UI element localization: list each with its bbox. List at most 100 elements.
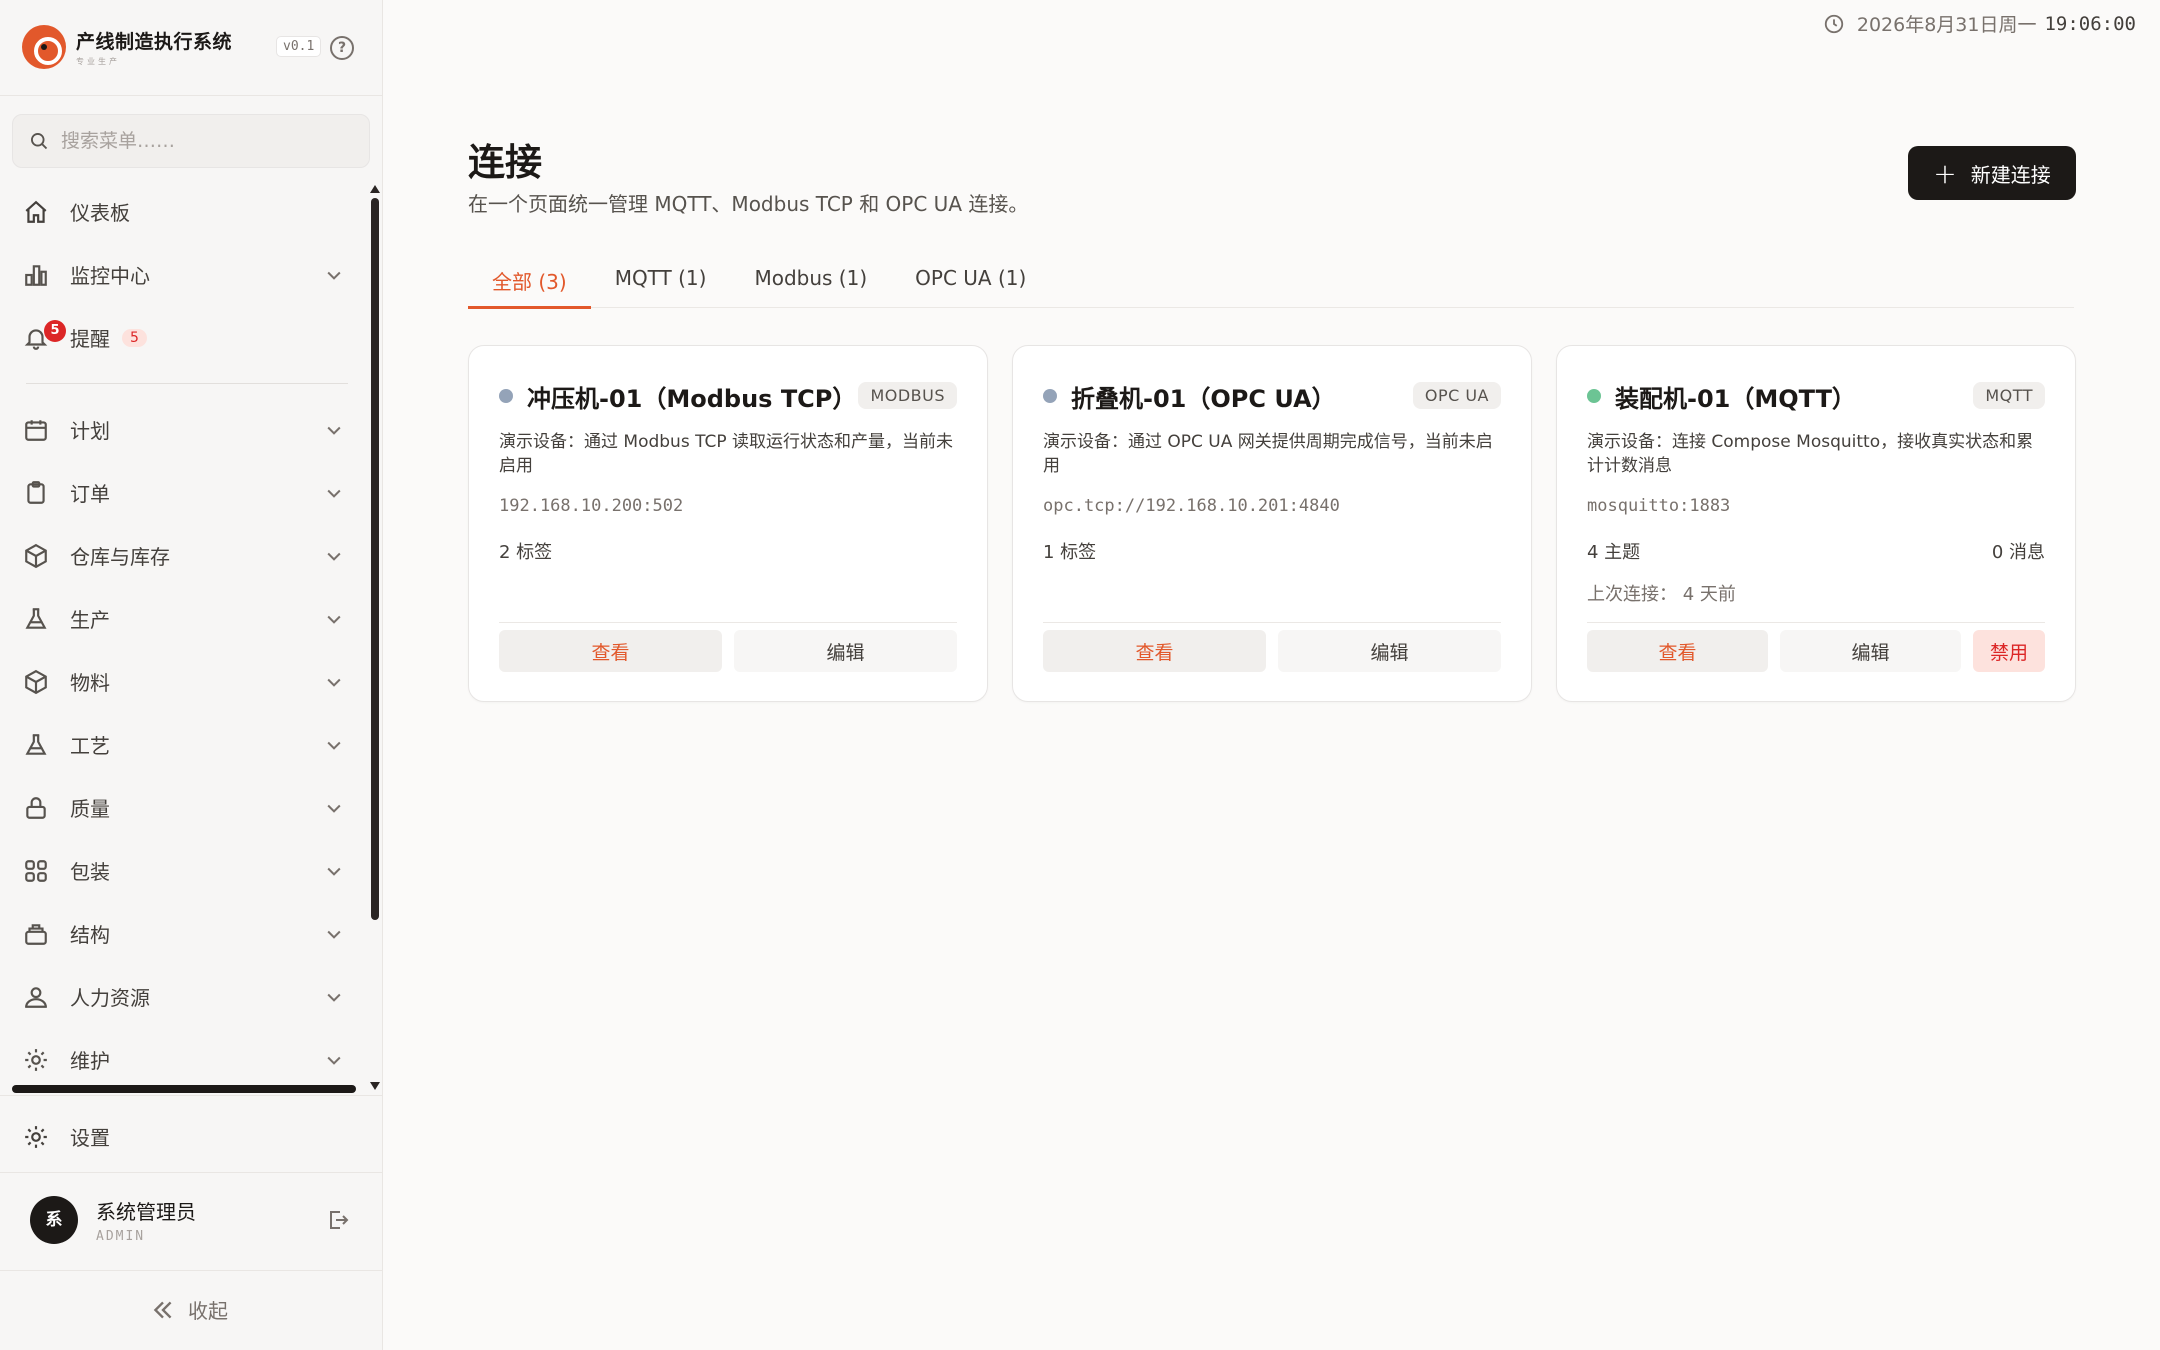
chevron-down-icon[interactable] (324, 483, 344, 503)
gear-icon (22, 1046, 50, 1074)
status-dot-icon (499, 389, 513, 403)
sidebar-item-label: 监控中心 (70, 264, 150, 288)
flask-icon (22, 731, 50, 759)
topic-count: 4 主题 (1587, 542, 1641, 563)
sidebar-item-quality[interactable]: 质量 (22, 776, 352, 839)
chevron-down-icon[interactable] (324, 798, 344, 818)
sidebar-item-label: 仓库与库存 (70, 545, 170, 569)
page-title: 连接 (468, 141, 542, 184)
scroll-down-arrow[interactable] (370, 1082, 380, 1090)
user-name: 系统管理员 (96, 1200, 196, 1224)
chevron-down-icon[interactable] (324, 1050, 344, 1070)
status-dot-icon (1587, 389, 1601, 403)
sidebar-item-maintenance[interactable]: 维护 (22, 1028, 352, 1091)
alerts-count-badge: 5 (122, 328, 147, 347)
connection-title: 折叠机-01（OPC UA） (1071, 384, 1336, 413)
new-connection-button[interactable]: + 新建连接 (1908, 146, 2076, 200)
sidebar-item-orders[interactable]: 订单 (22, 461, 352, 524)
sidebar-item-label: 提醒 (70, 327, 110, 351)
current-time: 19:06:00 (2044, 12, 2136, 35)
sidebar-item-alerts[interactable]: 5 提醒 5 (22, 306, 352, 369)
sidebar-item-label: 人力资源 (70, 986, 150, 1010)
sidebar-item-label: 质量 (70, 797, 110, 821)
connection-card: 折叠机-01（OPC UA） OPC UA 演示设备：通过 OPC UA 网关提… (1012, 345, 1532, 702)
sidebar-item-process[interactable]: 工艺 (22, 713, 352, 776)
chevron-down-icon[interactable] (324, 924, 344, 944)
sidebar-nav: 仪表板 监控中心 5 提醒 5 计划 订单 仓库与库存 生产 物料 工艺 质量 … (22, 180, 352, 1091)
app-subtitle: 专业生产 (76, 57, 120, 66)
sidebar-item-structure[interactable]: 结构 (22, 902, 352, 965)
connection-description: 演示设备：通过 Modbus TCP 读取运行状态和产量，当前未启用 (499, 432, 954, 476)
sidebar-item-materials[interactable]: 物料 (22, 650, 352, 713)
sidebar-scrollbar[interactable] (371, 198, 379, 920)
sidebar-item-settings[interactable]: 设置 (22, 1105, 352, 1168)
sidebar-item-label: 订单 (70, 482, 110, 506)
sidebar-item-warehouse[interactable]: 仓库与库存 (22, 524, 352, 587)
flask-icon (22, 605, 50, 633)
divider (0, 1172, 383, 1173)
sidebar-item-production[interactable]: 生产 (22, 587, 352, 650)
page-subtitle: 在一个页面统一管理 MQTT、Modbus TCP 和 OPC UA 连接。 (468, 192, 1029, 216)
protocol-badge: MODBUS (858, 382, 957, 409)
chevron-down-icon[interactable] (324, 546, 344, 566)
divider (1043, 622, 1501, 623)
sidebar-item-label: 结构 (70, 923, 110, 947)
divider (0, 95, 383, 96)
user-role: ADMIN (96, 1229, 146, 1244)
tab-all[interactable]: 全部 (3) (468, 256, 591, 309)
chevron-down-icon[interactable] (324, 420, 344, 440)
user-profile[interactable]: 系 系统管理员 ADMIN (30, 1193, 350, 1247)
divider (499, 622, 957, 623)
chevron-down-icon[interactable] (324, 861, 344, 881)
chevron-down-icon[interactable] (324, 987, 344, 1007)
tab-opcua[interactable]: OPC UA (1) (891, 256, 1050, 308)
collapse-sidebar-button[interactable]: 收起 (150, 1295, 228, 1324)
scroll-up-arrow[interactable] (370, 185, 380, 193)
connection-title: 冲压机-01（Modbus TCP） (527, 384, 857, 413)
view-button[interactable]: 查看 (1587, 630, 1768, 672)
edit-button[interactable]: 编辑 (1278, 630, 1501, 672)
version-badge: v0.1 (276, 36, 322, 57)
grid-icon (22, 857, 50, 885)
sidebar-item-monitor[interactable]: 监控中心 (22, 243, 352, 306)
horizontal-scrollbar[interactable] (12, 1085, 356, 1093)
sidebar-item-packaging[interactable]: 包装 (22, 839, 352, 902)
sidebar-item-label: 包装 (70, 860, 110, 884)
lock-icon (22, 794, 50, 822)
disable-button[interactable]: 禁用 (1973, 630, 2045, 672)
connection-description: 演示设备：连接 Compose Mosquitto，接收真实状态和累计计数消息 (1587, 432, 2034, 476)
box-icon (22, 542, 50, 570)
chevron-down-icon[interactable] (324, 609, 344, 629)
tab-modbus[interactable]: Modbus (1) (730, 256, 891, 308)
home-icon (22, 198, 50, 226)
plus-icon: + (1933, 156, 1957, 190)
sidebar-item-label: 设置 (70, 1126, 110, 1150)
chevron-down-icon[interactable] (324, 265, 344, 285)
sidebar-item-plan[interactable]: 计划 (22, 398, 352, 461)
edit-button[interactable]: 编辑 (734, 630, 957, 672)
protocol-badge: MQTT (1973, 382, 2045, 409)
help-icon[interactable]: ? (330, 36, 354, 60)
divider (0, 1270, 383, 1271)
view-button[interactable]: 查看 (499, 630, 722, 672)
sidebar-item-dashboard[interactable]: 仪表板 (22, 180, 352, 243)
calendar-icon (22, 416, 50, 444)
users-icon (22, 983, 50, 1011)
logout-icon[interactable] (326, 1208, 350, 1232)
new-connection-label: 新建连接 (1970, 162, 2051, 187)
connection-cards: 冲压机-01（Modbus TCP） MODBUS 演示设备：通过 Modbus… (468, 345, 2076, 702)
last-connected: 上次连接： 4 天前 (1587, 584, 1736, 605)
connection-address: 192.168.10.200:502 (499, 496, 684, 516)
connection-tabs: 全部 (3) MQTT (1) Modbus (1) OPC UA (1) (468, 256, 2074, 309)
sidebar-item-label: 仪表板 (70, 201, 130, 225)
tab-mqtt[interactable]: MQTT (1) (591, 256, 731, 308)
edit-button[interactable]: 编辑 (1780, 630, 1961, 672)
search-input[interactable] (61, 130, 351, 152)
view-button[interactable]: 查看 (1043, 630, 1266, 672)
connection-address: mosquitto:1883 (1587, 496, 1731, 516)
brand[interactable]: 产线制造执行系统 专业生产 (22, 22, 232, 72)
chevron-down-icon[interactable] (324, 735, 344, 755)
layers-icon (22, 920, 50, 948)
sidebar-item-hr[interactable]: 人力资源 (22, 965, 352, 1028)
chevron-down-icon[interactable] (324, 672, 344, 692)
